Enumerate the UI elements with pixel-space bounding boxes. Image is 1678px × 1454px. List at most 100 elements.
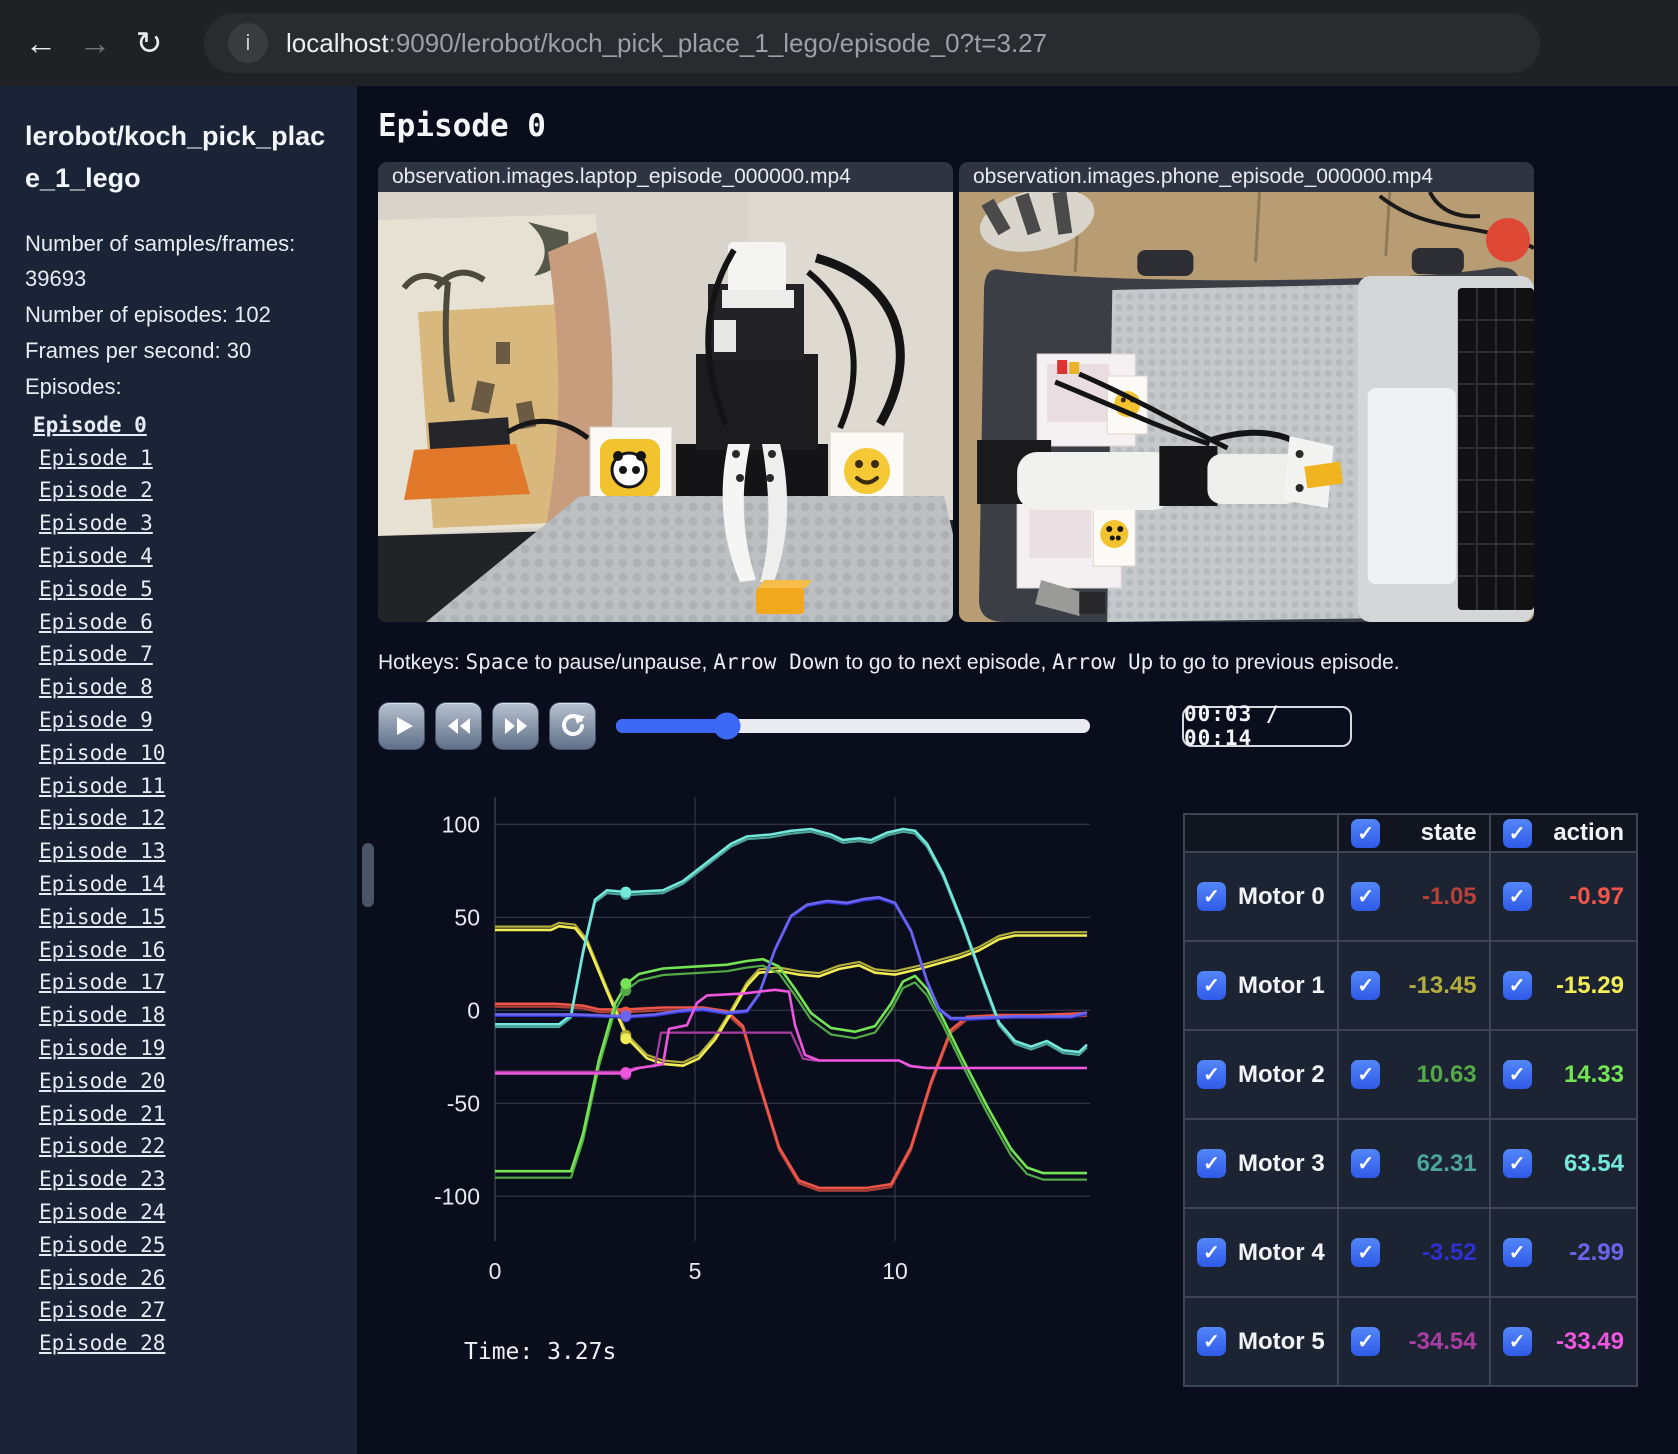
scrollbar-handle[interactable] — [362, 843, 374, 907]
episode-link[interactable]: Episode 21 — [39, 1098, 165, 1131]
table-cell: ✓ 62.31 — [1338, 1119, 1490, 1208]
svg-text:0: 0 — [467, 997, 480, 1023]
forward-icon[interactable]: → — [68, 25, 122, 62]
motor-label: Motor 4 — [1238, 1238, 1325, 1266]
table-cell: ✓ Motor 4 — [1184, 1208, 1339, 1297]
episode-link[interactable]: Episode 7 — [39, 638, 153, 671]
episode-link[interactable]: Episode 12 — [39, 802, 165, 835]
action-value: -33.49 — [1555, 1327, 1624, 1355]
episode-link[interactable]: Episode 0 — [33, 409, 147, 442]
url-text[interactable]: localhost:9090/lerobot/koch_pick_place_1… — [286, 28, 1047, 59]
episode-link[interactable]: Episode 18 — [39, 999, 165, 1032]
episode-link[interactable]: Episode 20 — [39, 1065, 165, 1098]
episode-link[interactable]: Episode 25 — [39, 1229, 165, 1262]
motor-row: ✓ Motor 3 ✓ 62.31 ✓ 63.54 — [1184, 1119, 1637, 1208]
episode-link[interactable]: Episode 6 — [39, 606, 153, 639]
dataset-info: Number of samples/frames: 39693 Number o… — [25, 226, 332, 405]
checkbox[interactable]: ✓ — [1502, 1327, 1532, 1356]
episode-link[interactable]: Episode 22 — [39, 1130, 165, 1163]
episode-link[interactable]: Episode 17 — [39, 966, 165, 999]
checkbox[interactable]: ✓ — [1197, 882, 1226, 911]
motor-label: Motor 3 — [1238, 1149, 1325, 1177]
hotkeys-text: Arrow Up — [1052, 650, 1154, 674]
episode-link[interactable]: Episode 3 — [39, 507, 153, 540]
table-cell: ✓ -3.52 — [1338, 1208, 1490, 1297]
episode-link[interactable]: Episode 16 — [39, 934, 165, 967]
table-cell: ✓ 10.63 — [1338, 1030, 1490, 1119]
episode-link[interactable]: Episode 9 — [39, 704, 153, 737]
loop-button[interactable] — [549, 702, 596, 750]
checkbox[interactable]: ✓ — [1197, 1327, 1226, 1356]
episode-link[interactable]: Episode 11 — [39, 770, 165, 803]
table-cell: ✓ -0.97 — [1489, 852, 1637, 941]
checkbox[interactable]: ✓ — [1351, 1238, 1381, 1267]
checkbox[interactable]: ✓ — [1197, 971, 1226, 1000]
main-content: Episode 0 observation.images.laptop_epis… — [357, 86, 1678, 1454]
page-title: Episode 0 — [378, 108, 546, 144]
checkbox[interactable]: ✓ — [1502, 1060, 1532, 1089]
back-icon[interactable]: ← — [14, 25, 68, 62]
episode-link[interactable]: Episode 14 — [39, 868, 165, 901]
episode-link[interactable]: Episode 2 — [39, 474, 153, 507]
motor-chart[interactable]: 100 50 0 -50 -100 0 5 10 — [378, 755, 1108, 1325]
episode-link[interactable]: Episode 10 — [39, 737, 165, 770]
checkbox[interactable]: ✓ — [1197, 1238, 1226, 1267]
table-cell: ✓ action — [1489, 814, 1637, 852]
table-header-row: ✓ state ✓ action — [1184, 814, 1637, 852]
hotkeys-text: to go to previous episode. — [1153, 651, 1400, 674]
episode-link[interactable]: Episode 4 — [39, 540, 153, 573]
episode-link[interactable]: Episode 27 — [39, 1294, 165, 1327]
episode-link[interactable]: Episode 19 — [39, 1032, 165, 1065]
checkbox[interactable]: ✓ — [1197, 1149, 1226, 1178]
episode-link[interactable]: Episode 23 — [39, 1163, 165, 1196]
checkbox[interactable]: ✓ — [1351, 971, 1381, 1000]
table-cell: ✓ -33.49 — [1489, 1297, 1637, 1386]
episode-link[interactable]: Episode 15 — [39, 901, 165, 934]
laptop-video[interactable] — [378, 192, 953, 622]
episode-link[interactable]: Episode 24 — [39, 1196, 165, 1229]
site-info-icon[interactable]: i — [228, 23, 268, 63]
checkbox[interactable]: ✓ — [1351, 1327, 1381, 1356]
chart-area: 100 50 0 -50 -100 0 5 10 Time: 3.27s — [378, 755, 1108, 1387]
episode-link[interactable]: Episode 28 — [39, 1327, 165, 1360]
motor-row: ✓ Motor 2 ✓ 10.63 ✓ 14.33 — [1184, 1030, 1637, 1119]
episode-link[interactable]: Episode 5 — [39, 573, 153, 606]
hotkeys-help: Hotkeys: Space to pause/unpause, Arrow D… — [378, 650, 1678, 675]
episode-link[interactable]: Episode 13 — [39, 835, 165, 868]
table-cell: ✓ -34.54 — [1338, 1297, 1490, 1386]
hotkeys-text: Space — [465, 650, 529, 674]
checkbox[interactable]: ✓ — [1351, 882, 1381, 911]
table-cell: ✓ 63.54 — [1489, 1119, 1637, 1208]
url-path: :9090/lerobot/koch_pick_place_1_lego/epi… — [388, 27, 1048, 58]
svg-text:-50: -50 — [447, 1090, 480, 1116]
fast-forward-button[interactable] — [492, 702, 539, 750]
rewind-button[interactable] — [435, 702, 482, 750]
table-cell: ✓ Motor 3 — [1184, 1119, 1339, 1208]
checkbox[interactable]: ✓ — [1197, 1060, 1226, 1089]
checkbox[interactable]: ✓ — [1502, 1238, 1532, 1267]
slider-thumb[interactable] — [713, 712, 741, 740]
dataset-title: lerobot/koch_pick_place_1_lego — [25, 121, 326, 193]
checkbox[interactable]: ✓ — [1502, 971, 1532, 1000]
address-bar[interactable]: i localhost:9090/lerobot/koch_pick_place… — [204, 13, 1540, 73]
checkbox[interactable]: ✓ — [1351, 1060, 1381, 1089]
state-header: state — [1420, 819, 1477, 846]
play-button[interactable] — [378, 702, 425, 750]
checkbox[interactable]: ✓ — [1502, 818, 1532, 848]
episode-link[interactable]: Episode 1 — [39, 442, 153, 475]
video-panel-phone[interactable]: observation.images.phone_episode_000000.… — [959, 162, 1534, 622]
phone-video[interactable] — [959, 192, 1534, 622]
episode-link[interactable]: Episode 26 — [39, 1262, 165, 1295]
reload-icon[interactable]: ↻ — [122, 24, 176, 62]
seek-slider[interactable] — [616, 712, 1090, 740]
state-value: -34.54 — [1408, 1327, 1477, 1355]
video-panel-laptop[interactable]: observation.images.laptop_episode_000000… — [378, 162, 953, 622]
episode-link[interactable]: Episode 8 — [39, 671, 153, 704]
checkbox[interactable]: ✓ — [1351, 1149, 1381, 1178]
checkbox[interactable]: ✓ — [1502, 1149, 1532, 1178]
table-cell: ✓ 14.33 — [1489, 1030, 1637, 1119]
checkbox[interactable]: ✓ — [1351, 818, 1381, 848]
checkbox[interactable]: ✓ — [1502, 882, 1532, 911]
svg-text:100: 100 — [442, 811, 480, 837]
motor-label: Motor 0 — [1238, 882, 1325, 910]
